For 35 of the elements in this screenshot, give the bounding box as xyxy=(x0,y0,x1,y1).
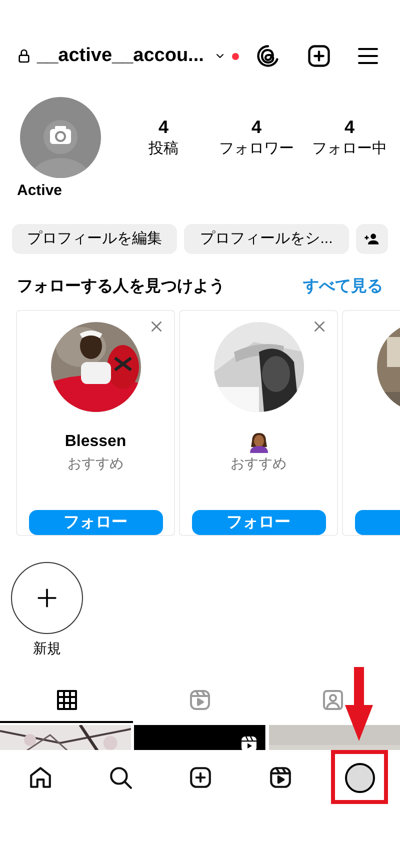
stat-count: 4 xyxy=(344,116,354,138)
add-person-icon xyxy=(364,231,380,247)
threads-icon[interactable] xyxy=(255,43,281,69)
suggestion-reason: おすすめ xyxy=(230,454,286,473)
new-highlight-button[interactable] xyxy=(11,562,83,634)
section-title: フォローする人を見つけよう xyxy=(17,277,225,297)
person-icon xyxy=(248,431,270,453)
stat-label[interactable]: フォロワー xyxy=(219,138,294,160)
suggestion-reason: おすすめ xyxy=(68,454,124,473)
reels-icon xyxy=(188,688,212,712)
profile-action-button[interactable]: プロフィールをシ... xyxy=(184,224,349,254)
display-name: Active xyxy=(16,181,64,201)
grid-icon xyxy=(54,688,79,712)
stat-count: 4 xyxy=(251,116,262,138)
username[interactable]: __active__accou... xyxy=(37,42,204,70)
suggested-name: Blessen xyxy=(64,432,126,452)
add-post-icon[interactable] xyxy=(306,43,332,69)
profile-action-button[interactable]: プロフィールを編集 xyxy=(12,224,177,254)
lock-icon xyxy=(16,48,32,64)
plus-icon xyxy=(36,587,58,609)
tagged-icon xyxy=(321,688,346,712)
reels-icon[interactable] xyxy=(268,765,292,790)
create-icon[interactable] xyxy=(188,765,212,790)
search-icon[interactable] xyxy=(108,765,132,790)
profile-tab[interactable] xyxy=(345,762,375,792)
arrow-icon xyxy=(345,667,373,741)
home-icon[interactable] xyxy=(28,765,52,790)
highlight-label: 新規 xyxy=(33,639,61,657)
close-icon[interactable] xyxy=(149,319,164,334)
stat-label[interactable]: フォロー中 xyxy=(312,138,387,160)
add-person-button[interactable] xyxy=(356,224,388,254)
see-all-link[interactable]: すべて見る xyxy=(303,275,383,299)
stat-count: 4 xyxy=(158,116,168,138)
stat-label[interactable]: 投稿 xyxy=(148,138,178,160)
close-icon[interactable] xyxy=(312,319,327,334)
